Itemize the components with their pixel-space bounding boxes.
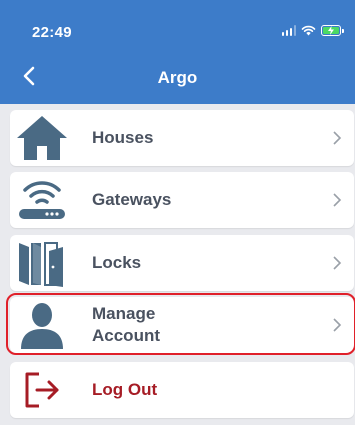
navigation-header: 22:49 Argo	[0, 0, 355, 104]
menu-item-locks[interactable]: Locks	[10, 235, 354, 291]
doors-icon	[14, 238, 70, 288]
menu-item-label: Houses	[92, 128, 154, 147]
house-icon	[14, 113, 70, 163]
menu-item-label: Gateways	[92, 190, 172, 209]
menu-item-label: Locks	[92, 253, 142, 272]
menu-item-manage-account[interactable]: Manage Account	[10, 297, 354, 353]
logout-icon	[14, 365, 70, 415]
menu-item-label: Manage Account	[92, 304, 160, 345]
chevron-right-icon	[333, 256, 342, 270]
wifi-icon	[301, 25, 316, 36]
menu-item-houses[interactable]: Houses	[10, 110, 354, 166]
menu-item-label: Log Out	[92, 380, 158, 399]
menu-item-gateways[interactable]: Gateways	[10, 172, 354, 228]
chevron-right-icon	[333, 318, 342, 332]
chevron-right-icon	[333, 131, 342, 145]
status-time: 22:49	[32, 24, 72, 41]
gateway-icon	[14, 175, 70, 225]
battery-charging-icon	[321, 25, 344, 36]
page-title: Argo	[157, 68, 198, 87]
menu-item-log-out[interactable]: Log Out	[10, 362, 354, 418]
user-icon	[14, 300, 70, 350]
chevron-right-icon	[333, 193, 342, 207]
cellular-signal-icon	[281, 25, 296, 36]
status-icons	[281, 25, 344, 36]
